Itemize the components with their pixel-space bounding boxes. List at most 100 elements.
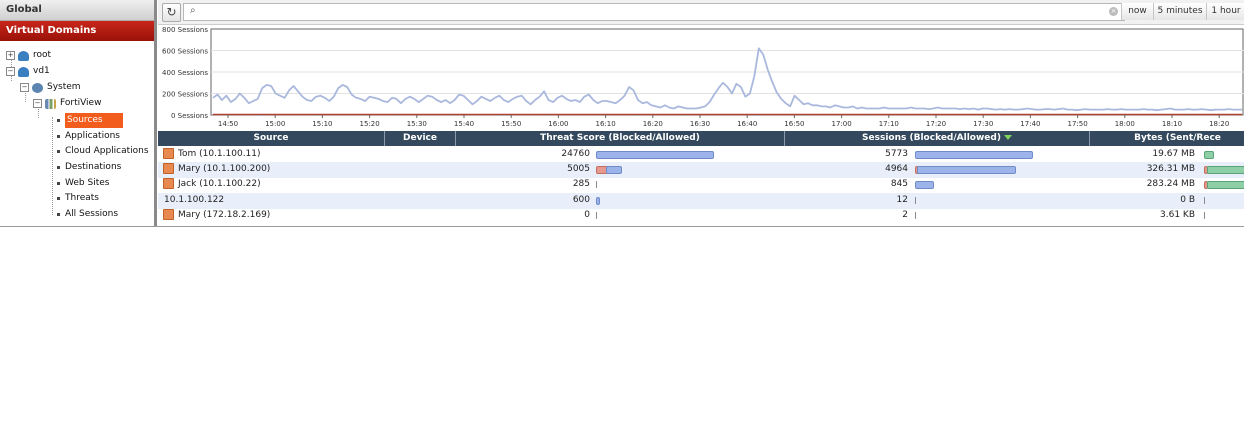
source-text: Tom (10.1.100.11)	[178, 149, 261, 159]
cell-bytes: 283.24 MB	[1146, 179, 1195, 189]
bar-mark	[596, 212, 597, 219]
x-tick-label: 18:20	[1209, 120, 1229, 128]
bullet-icon	[57, 150, 60, 153]
clear-search-icon[interactable]: ×	[1109, 7, 1118, 16]
column-header-label: Sessions (Blocked/Allowed)	[862, 133, 1001, 143]
cell-bytes: 326.31 MB	[1146, 164, 1195, 174]
bar-mark	[915, 212, 916, 219]
tree-node-label: root	[33, 50, 52, 60]
table-row[interactable]: 10.1.100.122 600 12 0 B	[158, 193, 1244, 209]
system-icon	[32, 82, 43, 93]
bullet-icon	[57, 119, 60, 122]
cell-sessions: 12	[896, 195, 908, 205]
tree-item-label: Web Sites	[65, 178, 110, 188]
cell-device	[385, 193, 455, 208]
cell-device	[385, 177, 455, 192]
column-header-bytes[interactable]: Bytes (Sent/Rece	[1090, 131, 1244, 146]
x-tick-label: 15:50	[501, 120, 521, 128]
cell-threat-score: 600	[572, 195, 590, 205]
collapse-icon[interactable]: −	[20, 83, 29, 92]
bar-allowed	[915, 181, 934, 189]
tree-item-threats[interactable]: Threats	[57, 191, 99, 206]
table-row[interactable]: Mary (172.18.2.169) 0 2 3.61 KB	[158, 208, 1244, 224]
tree-node-vd1[interactable]: − vd1	[6, 64, 50, 79]
sources-table: Source Device Threat Score (Blocked/Allo…	[158, 131, 1244, 226]
x-tick-label: 15:20	[360, 120, 380, 128]
sort-descending-icon	[1003, 135, 1012, 140]
bullet-icon	[57, 197, 60, 200]
source-text: Mary (172.18.2.169)	[178, 210, 271, 220]
cell-sessions: 845	[890, 179, 908, 189]
cell-threat-score: 0	[584, 210, 590, 220]
search-box: ⌕ ×	[183, 3, 1125, 21]
cell-threat-score: 285	[572, 179, 590, 189]
x-tick-label: 15:00	[265, 120, 285, 128]
vdom-icon	[18, 50, 29, 61]
x-tick-label: 16:30	[690, 120, 710, 128]
tree-item-applications[interactable]: Applications	[57, 129, 120, 144]
y-tick-label: 600 Sessions	[162, 48, 208, 56]
bullet-icon	[57, 182, 60, 185]
refresh-button[interactable]: ↻	[162, 3, 181, 22]
tree-item-cloud-applications[interactable]: Cloud Applications	[57, 144, 149, 159]
user-icon	[163, 209, 174, 220]
cell-bytes: 0 B	[1180, 195, 1195, 205]
tree-node-system[interactable]: − System	[20, 80, 81, 95]
bar-allowed	[915, 151, 1033, 159]
x-tick-label: 17:50	[1068, 120, 1088, 128]
x-tick-label: 17:10	[879, 120, 899, 128]
collapse-icon[interactable]: −	[6, 67, 15, 76]
cell-threat-score: 24760	[561, 149, 590, 159]
cell-source: Jack (10.1.100.22)	[158, 177, 384, 192]
expand-icon[interactable]: +	[6, 51, 15, 60]
sessions-chart-svg: 800 Sessions 600 Sessions 400 Sessions 200 …	[162, 26, 1244, 128]
column-header-sessions[interactable]: Sessions (Blocked/Allowed)	[785, 131, 1090, 146]
tree-item-label: Threats	[65, 193, 99, 203]
tree-item-web-sites[interactable]: Web Sites	[57, 176, 109, 191]
bar-allowed	[596, 197, 600, 205]
x-tick-label: 15:30	[407, 120, 427, 128]
x-tick-label: 18:10	[1162, 120, 1182, 128]
column-header-threat-score[interactable]: Threat Score (Blocked/Allowed)	[456, 131, 785, 146]
table-row[interactable]: Mary (10.1.100.200) 5005 4964 326.31 MB	[158, 162, 1244, 178]
bar-mark	[1204, 197, 1205, 204]
tree-item-all-sessions[interactable]: All Sessions	[57, 207, 118, 222]
source-text: Jack (10.1.100.22)	[178, 179, 261, 189]
table-row[interactable]: Tom (10.1.100.11) 24760 5773 19.67 MB	[158, 147, 1244, 163]
user-icon	[163, 178, 174, 189]
time-now-button[interactable]: now	[1121, 3, 1153, 20]
x-tick-label: 17:40	[1020, 120, 1040, 128]
tree-item-label: Applications	[65, 131, 120, 141]
cell-bytes: 3.61 KB	[1160, 210, 1195, 220]
column-header-source[interactable]: Source	[158, 131, 385, 146]
time-1-hour-button[interactable]: 1 hour	[1206, 3, 1244, 20]
y-tick-label: 0 Sessions	[171, 112, 208, 120]
tree-item-destinations[interactable]: Destinations	[57, 160, 121, 175]
table-row[interactable]: Jack (10.1.100.22) 285 845 283.24 MB	[158, 177, 1244, 193]
time-5-minutes-button[interactable]: 5 minutes	[1153, 3, 1206, 20]
collapse-icon[interactable]: −	[33, 99, 42, 108]
column-header-device[interactable]: Device	[385, 131, 456, 146]
global-header[interactable]: Global	[0, 0, 154, 21]
cell-sessions: 4964	[885, 164, 908, 174]
cell-source: Mary (10.1.100.200)	[158, 162, 384, 177]
cell-threat-score: 5005	[567, 164, 590, 174]
tree-node-root[interactable]: + root	[6, 48, 51, 63]
table-header: Source Device Threat Score (Blocked/Allo…	[158, 131, 1244, 146]
search-input[interactable]	[204, 4, 1088, 21]
cell-device	[385, 208, 455, 223]
x-tick-label: 15:40	[454, 120, 474, 128]
virtual-domains-header[interactable]: Virtual Domains	[0, 21, 154, 41]
tree-node-fortiview[interactable]: − FortiView	[33, 96, 101, 111]
bar-allowed	[606, 166, 622, 174]
user-icon	[163, 163, 174, 174]
tree-item-sources[interactable]: Sources	[57, 113, 123, 128]
x-tick-label: 17:00	[832, 120, 852, 128]
tree-node-label: FortiView	[60, 98, 102, 108]
fortiview-icon	[45, 98, 56, 109]
tree-node-label: vd1	[33, 66, 50, 76]
bar-allowed	[917, 166, 1016, 174]
tree-item-label: Sources	[65, 113, 123, 128]
x-tick-label: 15:10	[312, 120, 332, 128]
bar-received	[1207, 166, 1244, 174]
